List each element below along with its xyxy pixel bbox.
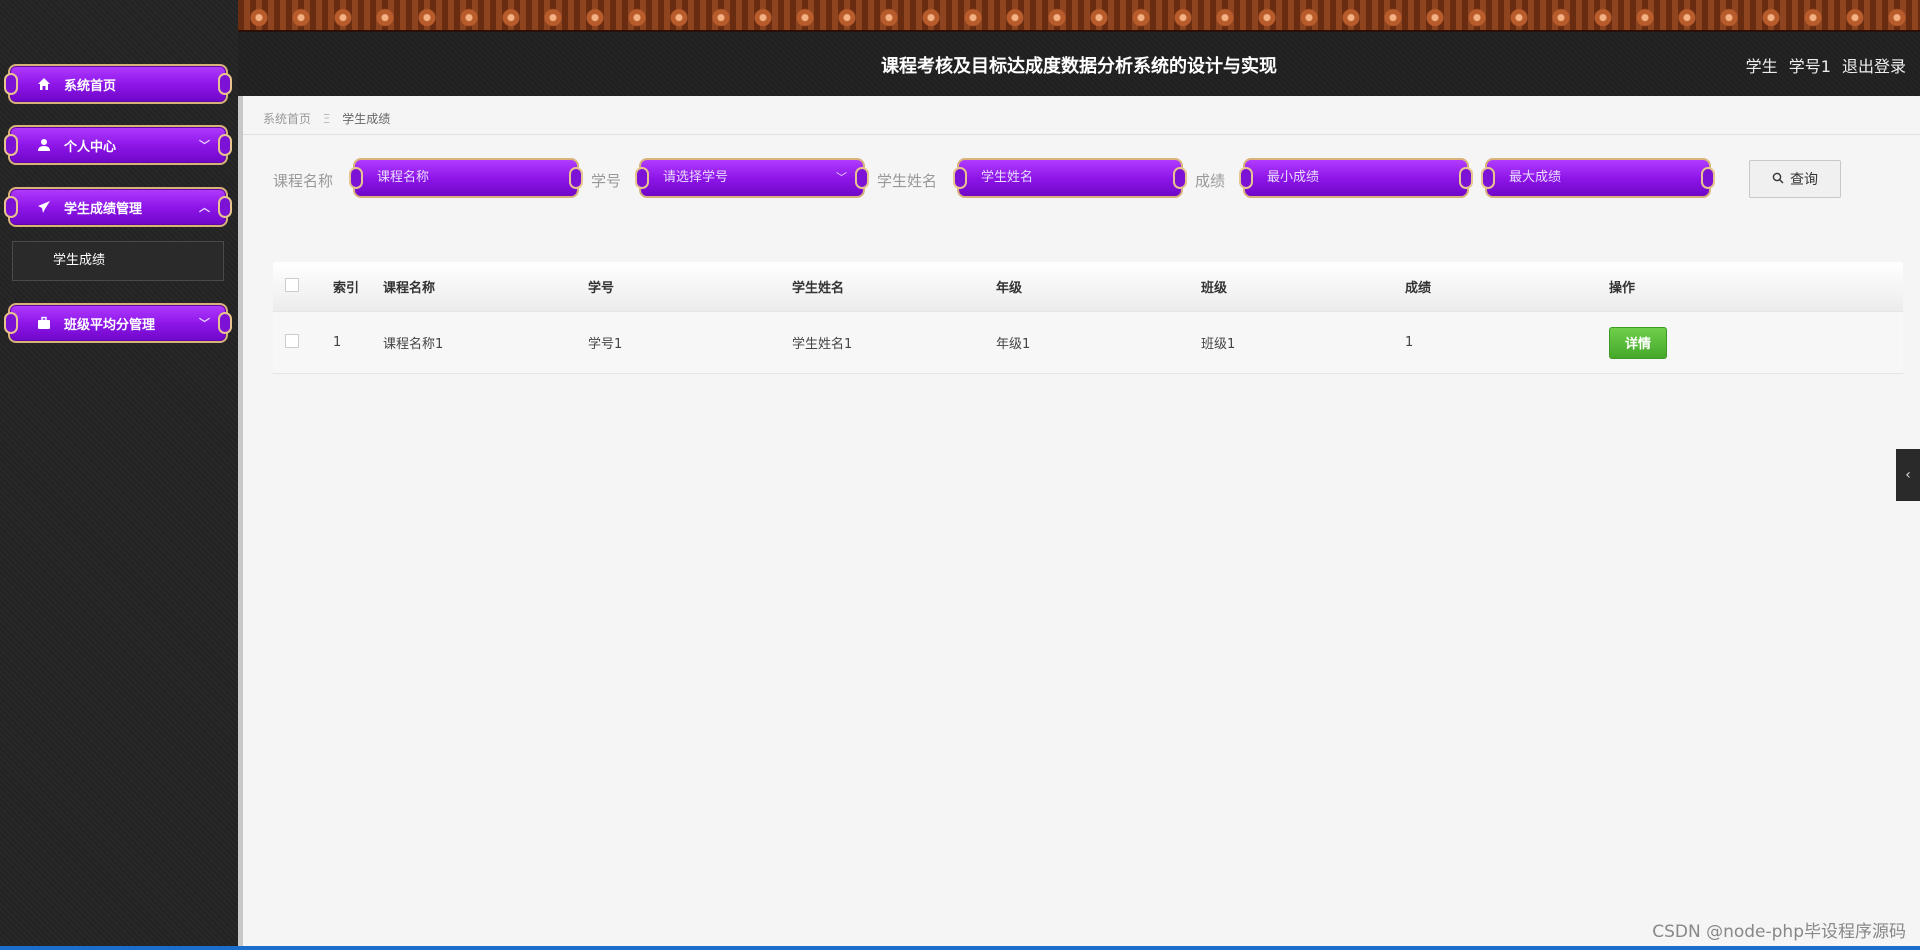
column-header: 班级 [1201, 281, 1228, 296]
max-score-placeholder: 最大成绩 [1509, 170, 1562, 185]
sidebar-item-personal-center[interactable]: 个人中心 ﹀ [4, 125, 232, 165]
sname-input[interactable]: 学生姓名 [953, 158, 1187, 198]
column-header: 年级 [996, 281, 1023, 296]
cell-score: 1 [1405, 335, 1414, 350]
chevron-down-icon: ﹀ [199, 139, 210, 152]
sidebar-item-class-average[interactable]: 班级平均分管理 ﹀ [4, 303, 232, 343]
sidebar-item-label: 个人中心 [64, 139, 117, 155]
sidebar-item-score-management[interactable]: 学生成绩管理 ︿ [4, 187, 232, 227]
home-icon [36, 76, 52, 92]
paper-plane-icon [36, 199, 52, 215]
search-bar: 课程名称 课程名称 学号 请选择学号 ﹀ 学生姓名 学生姓名 成绩 最小成绩 最… [273, 158, 1715, 198]
briefcase-icon [36, 315, 52, 331]
breadcrumb-home[interactable]: 系统首页 [263, 112, 311, 126]
column-header: 课程名称 [383, 281, 436, 296]
score-table: 索引 课程名称 学号 学生姓名 年级 班级 成绩 操作 1 课程名称1 学号1 … [273, 262, 1903, 374]
column-header: 成绩 [1405, 281, 1432, 296]
sname-placeholder: 学生姓名 [981, 170, 1034, 185]
divider [243, 134, 1920, 135]
min-score-placeholder: 最小成绩 [1267, 170, 1320, 185]
sidebar-item-home[interactable]: 系统首页 [4, 64, 232, 104]
cell-course: 课程名称1 [383, 337, 444, 352]
user-icon [36, 137, 52, 153]
cell-sno: 学号1 [588, 337, 623, 352]
page-title: 课程考核及目标达成度数据分析系统的设计与实现 [881, 56, 1277, 77]
select-all-checkbox[interactable] [285, 277, 299, 292]
header: 课程考核及目标达成度数据分析系统的设计与实现 学生 学号1 退出登录 [238, 32, 1920, 96]
sno-placeholder: 请选择学号 [663, 170, 729, 185]
min-score-input[interactable]: 最小成绩 [1239, 158, 1473, 198]
chevron-up-icon: ︿ [199, 201, 210, 214]
sno-select[interactable]: 请选择学号 ﹀ [635, 158, 869, 198]
query-label: 查询 [1790, 172, 1818, 188]
column-header: 学生姓名 [792, 281, 845, 296]
breadcrumb: 系统首页 Ξ 学生成绩 [263, 110, 390, 127]
breadcrumb-current: 学生成绩 [342, 112, 391, 126]
course-placeholder: 课程名称 [377, 170, 430, 185]
chevron-down-icon: ﹀ [199, 317, 210, 330]
sidebar-item-label: 学生成绩管理 [64, 201, 143, 217]
user-role: 学生 [1745, 57, 1778, 76]
sidebar: 系统首页 个人中心 ﹀ 学生成绩管理 ︿ 学生成绩 班级平均分管理 ﹀ [0, 0, 238, 950]
max-score-input[interactable]: 最大成绩 [1481, 158, 1715, 198]
search-icon [1772, 172, 1784, 187]
column-header: 操作 [1609, 281, 1636, 296]
query-button[interactable]: 查询 [1749, 160, 1841, 198]
main-content: 系统首页 Ξ 学生成绩 课程名称 课程名称 学号 请选择学号 ﹀ 学生姓名 学生… [238, 96, 1920, 950]
table-header: 索引 课程名称 学号 学生姓名 年级 班级 成绩 操作 [273, 262, 1903, 312]
decorative-border [238, 0, 1920, 32]
watermark: CSDN @node-php毕设程序源码 [1652, 922, 1906, 942]
chevron-left-icon: ‹ [1905, 467, 1911, 483]
logout-link[interactable]: 退出登录 [1842, 57, 1906, 76]
user-name: 学号1 [1788, 57, 1831, 76]
table-row: 1 课程名称1 学号1 学生姓名1 年级1 班级1 1 详情 [273, 312, 1903, 374]
sidebar-subitem-student-score[interactable]: 学生成绩 [12, 241, 224, 281]
sname-label: 学生姓名 [877, 172, 938, 190]
column-header: 索引 [333, 281, 360, 296]
course-label: 课程名称 [273, 172, 334, 190]
column-header: 学号 [588, 281, 615, 296]
sno-label: 学号 [591, 172, 622, 190]
sidebar-item-label: 系统首页 [64, 78, 117, 94]
cell-class: 班级1 [1201, 337, 1236, 352]
chevron-down-icon: ﹀ [836, 171, 847, 184]
course-input[interactable]: 课程名称 [349, 158, 583, 198]
bottom-bar [0, 946, 1920, 950]
sidebar-item-label: 班级平均分管理 [64, 317, 156, 333]
cell-sname: 学生姓名1 [792, 337, 853, 352]
row-checkbox[interactable] [285, 333, 299, 348]
cell-index: 1 [333, 335, 342, 350]
cell-grade: 年级1 [996, 337, 1031, 352]
breadcrumb-separator: Ξ [322, 112, 331, 126]
score-label: 成绩 [1195, 172, 1226, 190]
detail-button[interactable]: 详情 [1609, 326, 1667, 359]
user-area: 学生 学号1 退出登录 [1740, 53, 1906, 77]
collapse-panel-button[interactable]: ‹ [1896, 449, 1920, 501]
